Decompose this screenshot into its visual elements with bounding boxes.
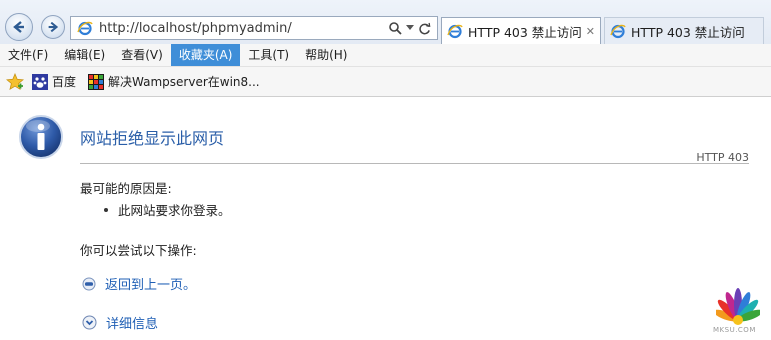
menu-view[interactable]: 查看(V) <box>113 44 171 66</box>
expand-chevron-icon <box>82 315 97 330</box>
favorite-wampserver[interactable]: 解决Wampserver在win8... <box>88 73 268 90</box>
menu-bar: 文件(F) 编辑(E) 查看(V) 收藏夹(A) 工具(T) 帮助(H) <box>0 44 771 67</box>
divider <box>80 163 749 164</box>
ie-icon <box>447 24 463 39</box>
browser-chrome: http://localhost/phpmyadmin/ HTTP 403 禁止… <box>0 0 771 97</box>
reason-text: 此网站要求你登录。 <box>118 203 231 218</box>
menu-favorites[interactable]: 收藏夹(A) <box>170 44 241 66</box>
close-tab-icon[interactable]: ✕ <box>586 25 595 38</box>
page-title: 网站拒绝显示此网页 <box>80 129 225 148</box>
favorite-label: 百度 <box>52 75 77 89</box>
menu-edit[interactable]: 编辑(E) <box>56 44 113 66</box>
add-favorite-star-icon[interactable] <box>6 72 24 91</box>
search-icon[interactable] <box>388 21 402 35</box>
tab-title: HTTP 403 禁止访问 <box>631 24 745 40</box>
bullet-icon <box>104 207 108 212</box>
peacock-logo-icon <box>716 288 760 325</box>
tab-title: HTTP 403 禁止访问 <box>468 24 582 40</box>
go-back-link[interactable]: 返回到上一页。 <box>82 274 196 293</box>
baidu-icon <box>32 73 48 90</box>
go-back-label[interactable]: 返回到上一页。 <box>105 274 196 293</box>
reason-heading: 最可能的原因是: <box>80 181 172 196</box>
arrow-right-icon <box>48 21 59 33</box>
info-icon <box>19 115 63 159</box>
menu-tools[interactable]: 工具(T) <box>240 44 297 66</box>
forward-button[interactable] <box>41 15 65 39</box>
menu-help[interactable]: 帮助(H) <box>297 44 355 66</box>
watermark-text: MKSU.COM <box>713 326 756 334</box>
more-info-link[interactable]: 详细信息 <box>82 313 158 332</box>
back-bullet-icon <box>82 277 96 290</box>
favorite-baidu[interactable]: 百度 <box>32 73 84 90</box>
tab-inactive[interactable]: HTTP 403 禁止访问 <box>604 17 764 44</box>
refresh-icon[interactable] <box>418 22 431 35</box>
colorful-grid-icon <box>88 73 105 90</box>
more-info-label[interactable]: 详细信息 <box>106 313 158 332</box>
ie-icon <box>77 21 93 36</box>
reason-item: 此网站要求你登录。 <box>104 200 231 219</box>
arrow-left-icon <box>13 21 24 33</box>
tab-active[interactable]: HTTP 403 禁止访问 ✕ <box>441 17 601 44</box>
favorites-bar: 百度 解决Wampserver在win8... <box>0 67 771 97</box>
navigation-bar: http://localhost/phpmyadmin/ HTTP 403 禁止… <box>0 0 771 44</box>
try-heading: 你可以尝试以下操作: <box>80 243 197 258</box>
back-button[interactable] <box>5 13 33 41</box>
address-url[interactable]: http://localhost/phpmyadmin/ <box>99 21 388 36</box>
ie-icon <box>610 24 626 39</box>
favorite-label: 解决Wampserver在win8... <box>108 75 260 89</box>
dropdown-icon[interactable] <box>406 25 414 31</box>
menu-file[interactable]: 文件(F) <box>0 44 56 66</box>
address-bar[interactable]: http://localhost/phpmyadmin/ <box>70 16 438 40</box>
